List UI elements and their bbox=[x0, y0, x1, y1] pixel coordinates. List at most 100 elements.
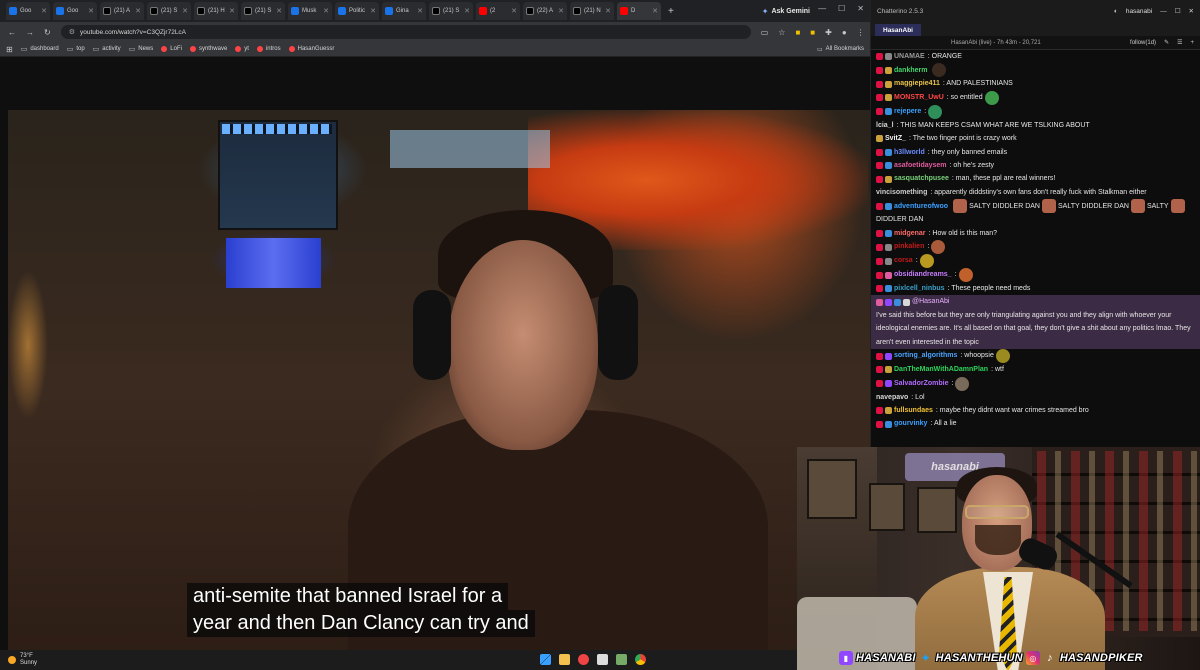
bookmark-star-icon[interactable]: ☆ bbox=[778, 28, 785, 37]
bookmark-item[interactable]: yt bbox=[235, 46, 249, 52]
user-badge-icon[interactable] bbox=[876, 420, 883, 428]
chat-current-user[interactable]: hasanabi bbox=[1126, 8, 1152, 15]
user-badge-icon[interactable] bbox=[885, 352, 892, 360]
tab-close-icon[interactable]: ✕ bbox=[88, 7, 94, 15]
user-badge-icon[interactable] bbox=[876, 229, 883, 237]
reload-icon[interactable]: ↻ bbox=[44, 28, 51, 37]
browser-tab[interactable]: Gina ✕ bbox=[382, 2, 426, 20]
browser-tab[interactable]: (21) H ✕ bbox=[194, 2, 238, 20]
user-badge-icon[interactable] bbox=[885, 407, 892, 415]
user-badge-icon[interactable] bbox=[894, 298, 901, 306]
chrome-icon[interactable] bbox=[635, 654, 646, 665]
extension-icon[interactable]: ■ bbox=[795, 28, 800, 37]
chat-username[interactable]: midgenar bbox=[894, 227, 926, 240]
chat-username[interactable]: DanTheManWithADamnPlan bbox=[894, 363, 988, 376]
tab-close-icon[interactable]: ✕ bbox=[323, 7, 329, 15]
apps-grid-icon[interactable]: ⊞ bbox=[6, 45, 13, 54]
bookmark-item[interactable]: intros bbox=[256, 46, 281, 52]
user-badge-icon[interactable] bbox=[876, 298, 883, 306]
chat-menu-icon[interactable]: ☰ bbox=[1177, 39, 1182, 46]
tab-close-icon[interactable]: ✕ bbox=[229, 7, 235, 15]
maximize-icon[interactable]: ☐ bbox=[838, 4, 845, 13]
maximize-icon[interactable]: ☐ bbox=[1175, 7, 1181, 15]
user-badge-icon[interactable] bbox=[876, 202, 883, 210]
tab-close-icon[interactable]: ✕ bbox=[605, 7, 611, 15]
tab-close-icon[interactable]: ✕ bbox=[511, 7, 517, 15]
chat-username[interactable]: h3llworld bbox=[894, 146, 925, 159]
chat-username[interactable]: pinkalien bbox=[894, 240, 924, 253]
menu-icon[interactable]: ⋮ bbox=[857, 28, 865, 37]
tab-close-icon[interactable]: ✕ bbox=[558, 7, 564, 15]
back-icon[interactable]: ← bbox=[8, 28, 16, 37]
app-icon[interactable] bbox=[616, 654, 627, 665]
user-badge-icon[interactable] bbox=[885, 420, 892, 428]
forward-icon[interactable]: → bbox=[26, 28, 34, 37]
user-badge-icon[interactable] bbox=[885, 202, 892, 210]
chat-username[interactable]: fullsundaes bbox=[894, 404, 933, 417]
user-badge-icon[interactable] bbox=[885, 66, 892, 74]
bookmark-item[interactable]: ▭ News bbox=[129, 45, 154, 53]
user-badge-icon[interactable] bbox=[876, 257, 883, 265]
user-badge-icon[interactable] bbox=[885, 94, 892, 102]
chat-username[interactable]: sorting_algorithms bbox=[894, 349, 957, 362]
user-badge-icon[interactable] bbox=[876, 162, 883, 170]
bookmark-item[interactable]: ▭ activity bbox=[93, 45, 121, 53]
user-badge-icon[interactable] bbox=[885, 175, 892, 183]
browser-tab[interactable]: (21) S ✕ bbox=[429, 2, 473, 20]
app-icon[interactable] bbox=[578, 654, 589, 665]
cast-icon[interactable]: ▭ bbox=[761, 28, 769, 37]
moderation-icon[interactable]: ✎ bbox=[1164, 39, 1169, 46]
ask-gemini-button[interactable]: ✦ Ask Gemini bbox=[762, 7, 810, 16]
user-badge-icon[interactable] bbox=[876, 80, 883, 88]
user-badge-icon[interactable] bbox=[876, 66, 883, 74]
address-bar[interactable]: ⚙ youtube.com/watch?v=C3QZjr72LcA bbox=[60, 25, 751, 39]
minimize-icon[interactable]: — bbox=[1160, 8, 1167, 15]
file-explorer-icon[interactable] bbox=[559, 654, 570, 665]
user-badge-icon[interactable] bbox=[885, 162, 892, 170]
tab-close-icon[interactable]: ✕ bbox=[135, 7, 141, 15]
chat-username[interactable]: corsa bbox=[894, 254, 913, 267]
user-badge-icon[interactable] bbox=[885, 298, 892, 306]
user-badge-icon[interactable] bbox=[885, 285, 892, 293]
browser-tab[interactable]: (21) N ✕ bbox=[570, 2, 614, 20]
bookmark-item[interactable]: ▭ top bbox=[67, 45, 85, 53]
bookmark-item[interactable]: ▭ dashboard bbox=[21, 45, 59, 53]
tab-close-icon[interactable]: ✕ bbox=[370, 7, 376, 15]
user-badge-icon[interactable] bbox=[876, 366, 883, 374]
profile-icon[interactable]: ● bbox=[842, 28, 847, 37]
bookmark-item[interactable]: HasanGuessr bbox=[288, 46, 334, 52]
user-badge-icon[interactable] bbox=[876, 352, 883, 360]
browser-tab[interactable]: Goo ✕ bbox=[6, 2, 50, 20]
tab-hasanabi[interactable]: HasanAbi bbox=[875, 24, 921, 36]
chat-username[interactable]: SalvadorZombie bbox=[894, 377, 948, 390]
app-icon[interactable] bbox=[597, 654, 608, 665]
user-badge-icon[interactable] bbox=[885, 380, 892, 387]
user-badge-icon[interactable] bbox=[876, 94, 883, 102]
new-tab-button[interactable]: + bbox=[668, 6, 674, 17]
tab-close-icon[interactable]: ✕ bbox=[652, 7, 658, 15]
browser-tab[interactable]: (21) S ✕ bbox=[147, 2, 191, 20]
user-badge-icon[interactable] bbox=[876, 243, 883, 251]
tab-close-icon[interactable]: ✕ bbox=[182, 7, 188, 15]
chat-username[interactable]: navepavo bbox=[876, 391, 908, 404]
chat-username[interactable]: gourvinky bbox=[894, 417, 927, 430]
user-badge-icon[interactable] bbox=[885, 80, 892, 88]
chat-username[interactable]: sasquatchpusee bbox=[894, 172, 949, 185]
tab-close-icon[interactable]: ✕ bbox=[417, 7, 423, 15]
browser-tab[interactable]: Musk ✕ bbox=[288, 2, 332, 20]
chat-username[interactable]: vincisomething bbox=[876, 186, 927, 199]
user-badge-icon[interactable] bbox=[885, 148, 892, 156]
all-bookmarks-button[interactable]: ▭ All Bookmarks bbox=[817, 46, 864, 53]
chat-username[interactable]: SvitZ_ bbox=[885, 132, 906, 145]
user-badge-icon[interactable] bbox=[876, 135, 883, 143]
bookmark-item[interactable]: LoFi bbox=[161, 46, 182, 52]
user-badge-icon[interactable] bbox=[885, 271, 892, 279]
user-badge-icon[interactable] bbox=[885, 53, 892, 61]
chat-username[interactable]: UNAMAE bbox=[894, 50, 925, 63]
user-badge-icon[interactable] bbox=[876, 53, 883, 61]
bookmark-item[interactable]: synthwave bbox=[189, 46, 227, 52]
user-badge-icon[interactable] bbox=[885, 108, 892, 116]
user-badge-icon[interactable] bbox=[876, 407, 883, 415]
user-badge-icon[interactable] bbox=[885, 257, 892, 265]
add-split-icon[interactable]: + bbox=[1190, 40, 1194, 46]
